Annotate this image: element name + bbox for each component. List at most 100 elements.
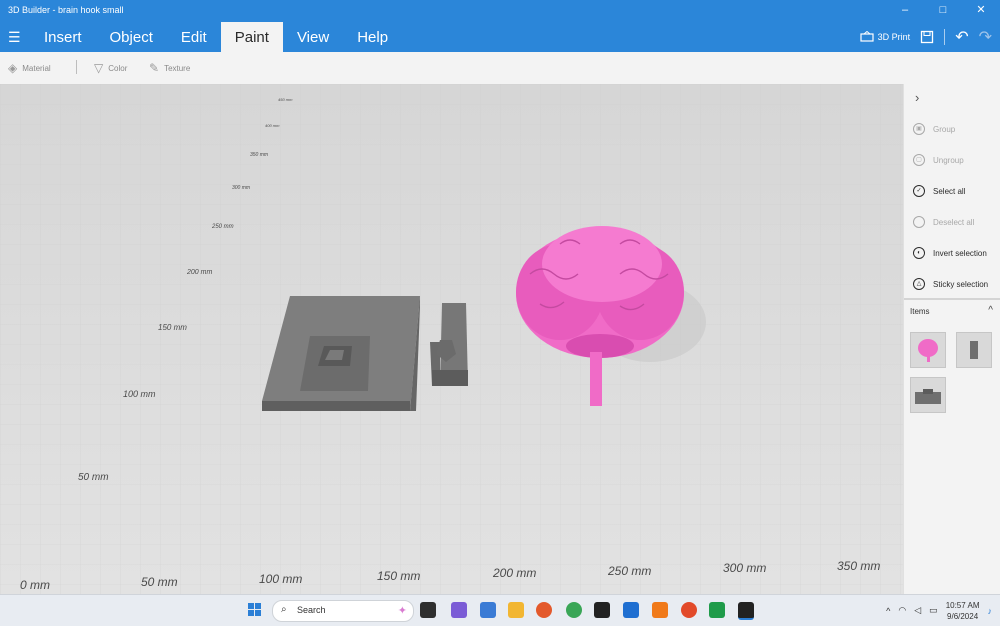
maximize-button[interactable]: □ [924, 0, 962, 22]
texture-brush-icon: ✎ [149, 61, 160, 75]
material-label: Material [22, 63, 51, 73]
base-thumbnail-icon [915, 389, 941, 404]
color-tool[interactable]: ▽ Color [94, 61, 127, 75]
item-thumbnail-hook[interactable] [956, 332, 992, 368]
undo-icon[interactable]: ↶ [955, 27, 968, 47]
duckduckgo-icon[interactable] [536, 602, 552, 618]
ruler-y-label: 350 mm [250, 152, 269, 158]
title-bar: 3D Builder - brain hook small – □ ✕ [0, 0, 1000, 22]
item-thumbnail-brain[interactable] [910, 332, 946, 368]
chevron-up-icon[interactable]: ^ [886, 606, 890, 616]
save-icon[interactable] [920, 30, 934, 44]
clock[interactable]: 10:57 AM 9/6/2024 [946, 600, 980, 622]
menu-object[interactable]: Object [96, 22, 167, 52]
menu-view[interactable]: View [283, 22, 343, 52]
ruler-x-label: 200 mm [493, 566, 537, 580]
color-label: Color [108, 63, 128, 73]
hamburger-menu-icon[interactable]: ☰ [8, 29, 21, 46]
clock-time: 10:57 AM [945, 600, 980, 610]
menu-paint[interactable]: Paint [220, 22, 283, 52]
items-heading: Items [910, 307, 930, 316]
paint-toolbar: ◈ Material ▽ Color ✎ Texture [0, 52, 1000, 85]
chrome-icon[interactable] [566, 602, 582, 618]
battery-icon[interactable]: ▭ [929, 605, 938, 616]
copilot-icon[interactable] [451, 602, 467, 618]
printer-icon [860, 31, 874, 42]
group-button[interactable]: ▣ Group [913, 123, 955, 135]
search-label: Search [297, 605, 326, 615]
redo-icon[interactable]: ↷ [979, 27, 992, 47]
app-icon[interactable] [709, 602, 725, 618]
task-view-icon[interactable] [420, 602, 436, 618]
menu-help[interactable]: Help [343, 22, 402, 52]
taskbar-search[interactable]: ⌕ Search ✦ [272, 600, 414, 622]
panel-divider [904, 298, 1000, 300]
wifi-icon[interactable]: ◠ [898, 605, 906, 616]
invert-selection-label: Invert selection [933, 248, 987, 258]
ruler-x-label: 300 mm [723, 561, 767, 575]
material-tool[interactable]: ◈ Material [8, 61, 51, 75]
deselect-all-label: Deselect all [933, 217, 975, 227]
chevron-right-icon[interactable]: › [915, 90, 919, 105]
item-thumbnail-base[interactable] [910, 377, 946, 413]
toolbar-divider [76, 60, 77, 74]
menu-divider [944, 29, 946, 45]
volume-icon[interactable]: ◁ [914, 605, 921, 616]
3d-builder-taskbar-icon[interactable] [738, 602, 754, 620]
menu-edit[interactable]: Edit [167, 22, 221, 52]
select-all-icon: ✓ [913, 185, 925, 197]
select-all-label: Select all [933, 186, 966, 196]
taskbar: ⌕ Search ✦ ^ ◠ ◁ ▭ 10:57 AM 9/6/2024 ♪ [0, 594, 1000, 626]
app-icon[interactable] [480, 602, 496, 618]
ruler-y-label: 200 mm [187, 269, 213, 276]
app-icon[interactable] [681, 602, 697, 618]
sticky-selection-label: Sticky selection [933, 279, 989, 289]
minimize-button[interactable]: – [886, 0, 924, 22]
ruler-y-label: 400 mm [265, 123, 280, 128]
clock-date: 9/6/2024 [947, 611, 979, 621]
menu-bar: ☰ Insert Object Edit Paint View Help 3D … [0, 22, 1000, 52]
menu-insert[interactable]: Insert [30, 22, 96, 52]
windows-start-icon[interactable] [248, 603, 262, 617]
ungroup-label: Ungroup [933, 155, 964, 165]
brain-thumbnail-icon [918, 339, 938, 362]
app-icon[interactable] [652, 602, 668, 618]
ruler-x-label: 350 mm [837, 559, 881, 573]
deselect-all-button[interactable]: Deselect all [913, 216, 974, 228]
3d-viewport[interactable]: 0 mm 50 mm 100 mm 150 mm 200 mm 250 mm 3… [0, 84, 903, 594]
close-button[interactable]: ✕ [962, 0, 1000, 22]
chevron-up-icon[interactable]: ^ [988, 305, 993, 316]
selection-panel: › ▣ Group ▢ Ungroup ✓ Select all Deselec… [903, 84, 1000, 594]
search-highlight-icon: ✦ [397, 605, 407, 617]
color-bucket-icon: ▽ [94, 61, 104, 75]
material-icon: ◈ [8, 61, 18, 75]
texture-tool[interactable]: ✎ Texture [149, 61, 190, 75]
ruler-y-label: 300 mm [232, 185, 251, 191]
app-icon[interactable] [623, 602, 639, 618]
ruler-x-label: 50 mm [141, 575, 178, 589]
system-tray: ^ ◠ ◁ ▭ 10:57 AM 9/6/2024 ♪ [886, 595, 992, 626]
ruler-y-label: 50 mm [78, 472, 109, 483]
invert-selection-button[interactable]: ◐ Invert selection [913, 247, 987, 259]
ruler-y-label: 250 mm [212, 224, 234, 230]
ruler-x-label: 0 mm [20, 578, 50, 592]
ruler-x-label: 150 mm [377, 569, 421, 583]
invert-selection-icon: ◐ [913, 247, 925, 259]
search-icon: ⌕ [281, 604, 287, 615]
3d-print-button[interactable]: 3D Print [860, 31, 911, 43]
app-icon[interactable] [594, 602, 610, 618]
deselect-all-icon [913, 216, 925, 228]
group-label: Group [933, 124, 956, 134]
sticky-selection-button[interactable]: △ Sticky selection [913, 278, 988, 290]
ungroup-icon: ▢ [913, 154, 925, 166]
ruler-x-label: 250 mm [608, 564, 652, 578]
ungroup-button[interactable]: ▢ Ungroup [913, 154, 964, 166]
sticky-selection-icon: △ [913, 278, 925, 290]
file-explorer-icon[interactable] [508, 602, 524, 618]
select-all-button[interactable]: ✓ Select all [913, 185, 965, 197]
notification-bell-icon[interactable]: ♪ [988, 606, 993, 616]
3d-print-label: 3D Print [877, 32, 911, 42]
group-icon: ▣ [913, 123, 925, 135]
ruler-x-label: 100 mm [259, 572, 303, 586]
build-plate-grid [0, 84, 903, 594]
